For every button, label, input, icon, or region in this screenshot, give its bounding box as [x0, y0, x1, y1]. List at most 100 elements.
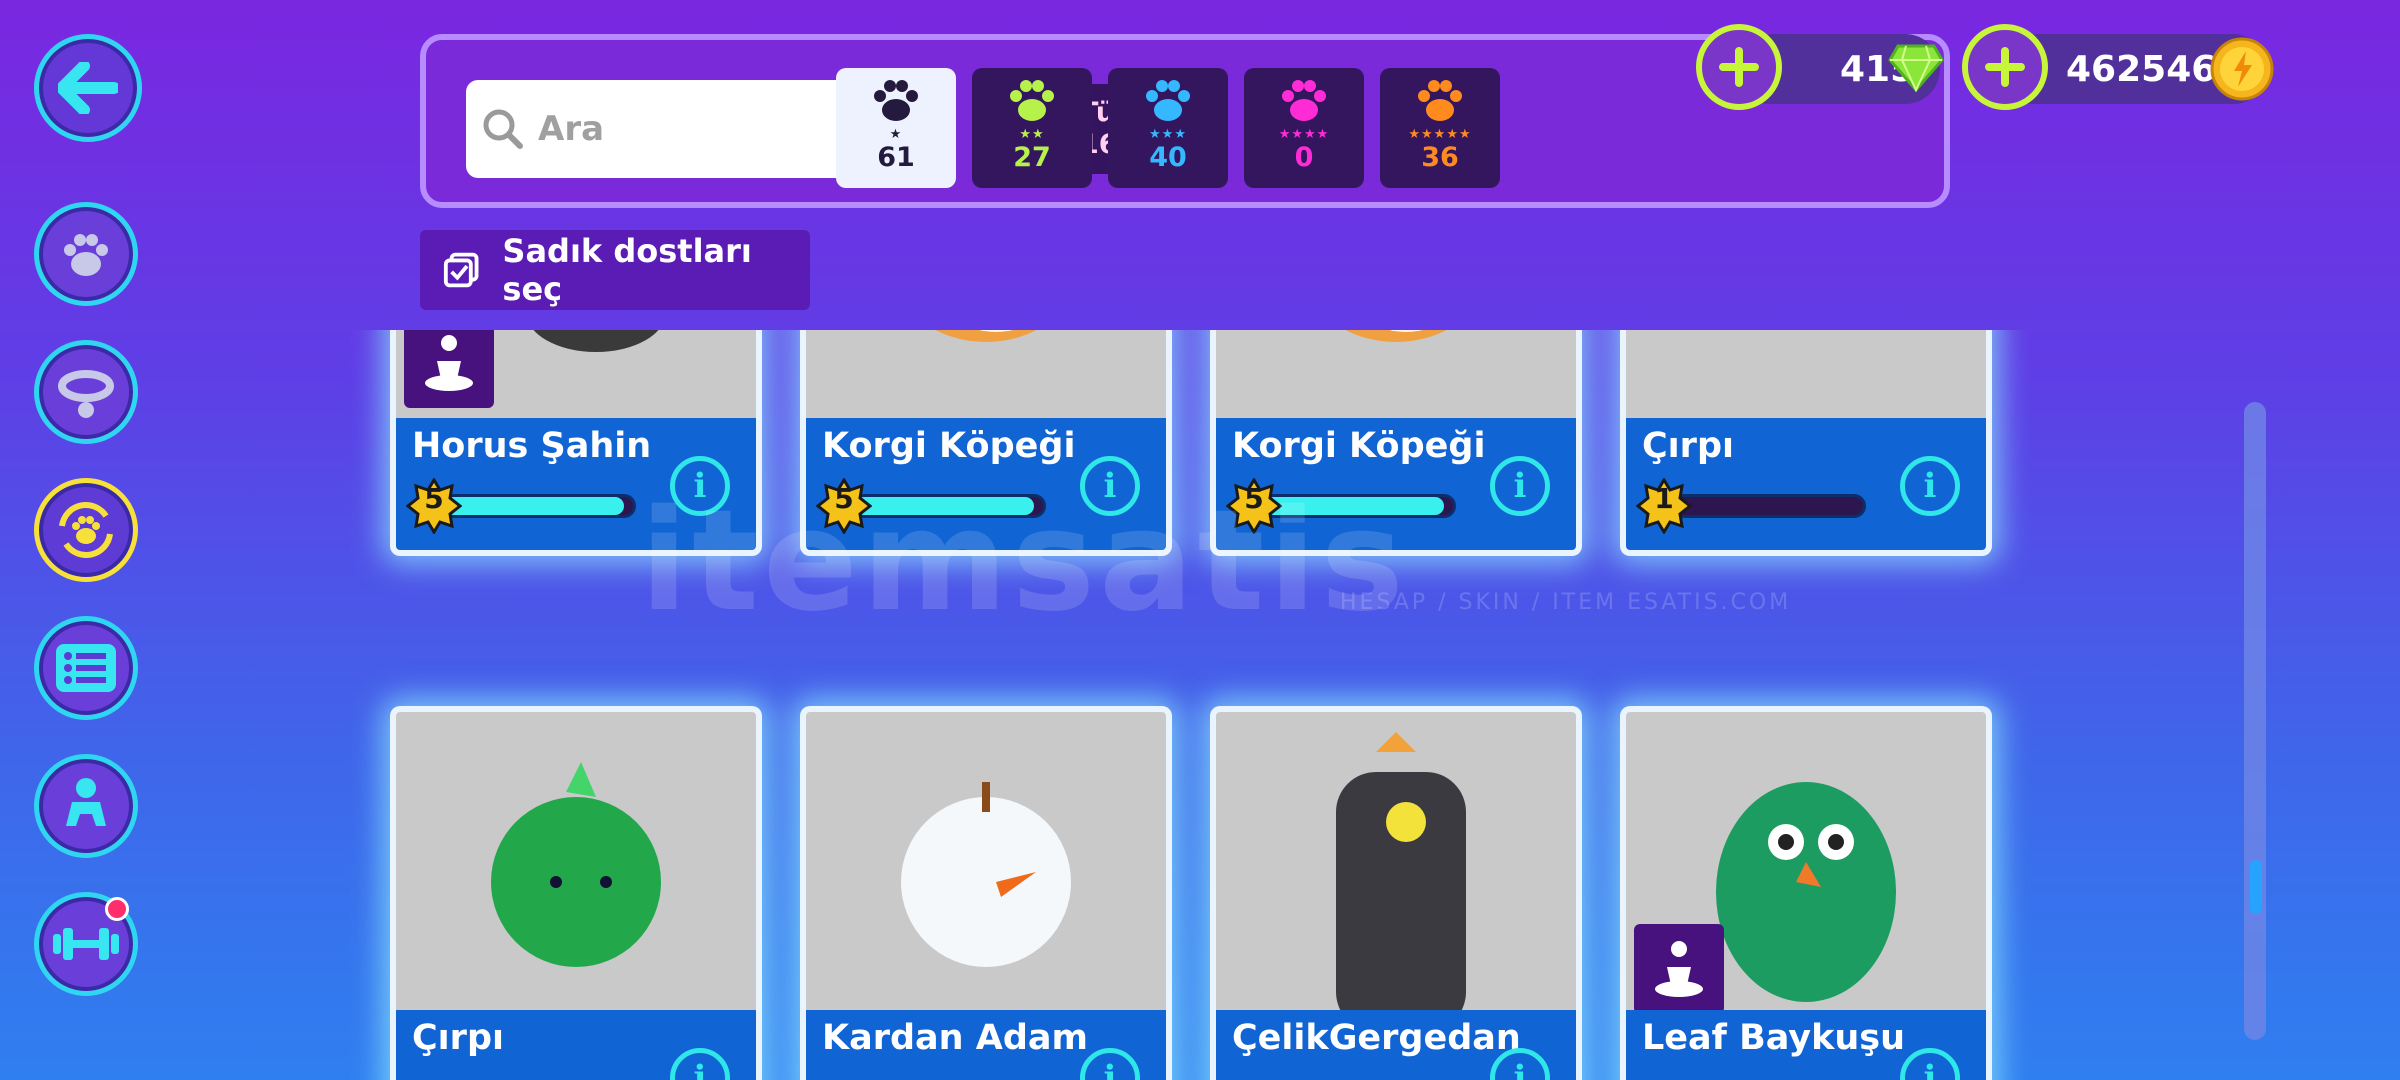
cycle-paw-icon [59, 501, 113, 559]
dumbbell-icon [53, 928, 119, 960]
pets-tab[interactable] [34, 202, 138, 306]
pet-portrait [1216, 712, 1576, 1010]
rarity-filter-3[interactable]: ★★★ 40 [1108, 68, 1228, 188]
info-icon: i [1513, 466, 1527, 506]
rarity-filter-5[interactable]: ★★★★★ 36 [1380, 68, 1500, 188]
rarity-filter-2[interactable]: ★★ 27 [972, 68, 1092, 188]
pet-illustration [1336, 732, 1466, 1010]
pet-name: ÇelikGergedan [1232, 1018, 1521, 1058]
pet-name: Çırpı [1642, 426, 1734, 466]
select-loyal-label: Sadık dostları seç [502, 232, 752, 308]
scrollbar-track[interactable] [2244, 402, 2266, 1040]
pet-portrait [806, 330, 1166, 418]
rider-badge [1634, 924, 1724, 1014]
rarity-stars: ★★★★★ [1408, 127, 1472, 142]
level-progress-fill [445, 497, 624, 515]
paw-icon [64, 234, 108, 276]
pet-card-footer: Kardan Adam i [806, 1010, 1166, 1080]
rarity-filter-4[interactable]: ★★★★ 0 [1244, 68, 1364, 188]
pet-portrait [1216, 330, 1576, 418]
paw-icon [1146, 80, 1190, 121]
rider-icon [425, 335, 473, 391]
pet-name: Çırpı [412, 1018, 504, 1058]
pet-card[interactable]: Kardan Adam i [800, 706, 1172, 1080]
pet-illustration [1626, 330, 1986, 418]
pet-name: Korgi Köpeği [822, 426, 1076, 466]
search-input[interactable] [538, 109, 868, 149]
character-tab[interactable] [34, 754, 138, 858]
pet-portrait [1626, 330, 1986, 418]
info-button[interactable]: i [1900, 1048, 1960, 1080]
list-tab[interactable] [34, 616, 138, 720]
rarity-count: 0 [1294, 142, 1314, 173]
info-button[interactable]: i [1490, 456, 1550, 516]
collar-tab[interactable] [34, 340, 138, 444]
info-icon: i [693, 1058, 707, 1080]
coin-amount: 462546 [2066, 48, 2217, 90]
rider-icon [1655, 941, 1703, 997]
pet-card-footer: Çırpı i [396, 1010, 756, 1080]
rarity-stars: ★★★★ [1278, 127, 1330, 142]
plus-icon [1719, 47, 1759, 87]
add-coins-button[interactable] [1962, 24, 2048, 110]
coin-icon [2210, 37, 2274, 101]
character-icon [66, 778, 106, 826]
info-icon: i [1923, 466, 1937, 506]
arrow-left-icon [58, 62, 118, 114]
info-button[interactable]: i [670, 1048, 730, 1080]
level-progress-bar [442, 494, 636, 518]
paw-icon [1282, 80, 1326, 121]
notification-dot [105, 897, 129, 921]
pet-name: Leaf Baykuşu [1642, 1018, 1906, 1058]
info-icon: i [1923, 1058, 1937, 1080]
info-button[interactable]: i [1080, 1048, 1140, 1080]
pet-level: 1 [1654, 482, 1674, 515]
paw-icon [1418, 80, 1462, 121]
pet-portrait [396, 712, 756, 1010]
pet-grid: Horus Şahin i 5 Korgi Köpeği i 5 Korgi Köpeği i… [350, 330, 2030, 1080]
pet-illustration [935, 330, 1037, 342]
search-icon [483, 109, 523, 149]
pet-card-footer: Çırpı i 1 [1626, 418, 1986, 550]
level-progress-bar [1672, 494, 1866, 518]
rarity-stars: ★★ [1019, 127, 1045, 142]
pet-name: Kardan Adam [822, 1018, 1089, 1058]
pet-portrait [806, 712, 1166, 1010]
scrollbar-thumb[interactable] [2250, 860, 2262, 914]
rarity-count: 27 [1013, 142, 1051, 173]
pet-illustration [1345, 330, 1447, 342]
pet-card-footer: ÇelikGergedan i [1216, 1010, 1576, 1080]
pet-card[interactable]: Leaf Baykuşu i [1620, 706, 1992, 1080]
rarity-filter-1[interactable]: ★ 61 [836, 68, 956, 188]
add-gems-button[interactable] [1696, 24, 1782, 110]
rarity-stars: ★★★ [1149, 127, 1187, 142]
plus-icon [1985, 47, 2025, 87]
list-icon [56, 644, 116, 692]
pet-swap-tab[interactable] [34, 478, 138, 582]
pet-card[interactable]: ÇelikGergedan i [1210, 706, 1582, 1080]
pet-card[interactable]: Çırpı i 1 [1620, 330, 1992, 556]
checkbox-icon [443, 252, 479, 288]
pet-illustration [491, 762, 661, 967]
pet-name: Horus Şahin [412, 426, 652, 466]
training-tab[interactable] [34, 892, 138, 996]
rarity-stars: ★ [889, 127, 903, 142]
rarity-count: 61 [877, 142, 915, 173]
pet-name: Korgi Köpeği [1232, 426, 1486, 466]
rarity-count: 36 [1421, 142, 1459, 173]
select-loyal-friends-button[interactable]: Sadık dostları seç [420, 230, 810, 310]
info-icon: i [1513, 1058, 1527, 1080]
collar-icon [58, 370, 114, 418]
pet-card[interactable]: Çırpı i [390, 706, 762, 1080]
paw-icon [874, 80, 918, 121]
watermark-subtext: HESAP / SKIN / ITEM ESATIS.COM [1340, 590, 1792, 615]
watermark: itemsatis [640, 480, 1408, 643]
info-icon: i [1103, 1058, 1117, 1080]
back-button[interactable] [34, 34, 142, 142]
info-button[interactable]: i [1900, 456, 1960, 516]
pet-card-footer: Leaf Baykuşu i [1626, 1010, 1986, 1080]
pet-level: 5 [424, 482, 444, 515]
rarity-count: 40 [1149, 142, 1187, 173]
paw-icon [1010, 80, 1054, 121]
pet-illustration [901, 782, 1071, 967]
